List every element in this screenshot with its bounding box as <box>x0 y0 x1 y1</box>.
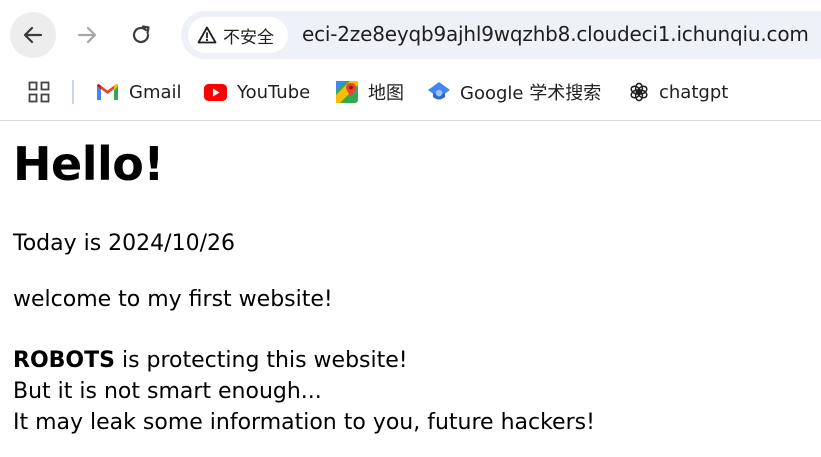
bookmarks-separator <box>72 80 74 104</box>
smart-text: But it is not smart enough... <box>13 379 322 404</box>
bookmark-label: YouTube <box>237 81 311 103</box>
bookmark-label: Gmail <box>129 81 182 103</box>
robots-text: ROBOTS is protecting this website! <box>13 348 408 373</box>
forward-button[interactable] <box>64 12 110 58</box>
reload-button[interactable] <box>118 12 164 58</box>
gmail-icon <box>97 84 118 100</box>
security-chip[interactable]: 不安全 <box>188 17 288 53</box>
robots-keyword: ROBOTS <box>13 348 115 373</box>
welcome-text: welcome to my first website! <box>13 287 333 312</box>
bookmark-scholar[interactable]: Google 学术搜索 <box>428 79 601 105</box>
navigation-bar: 不安全 eci-2ze8eyqb9ajhl9wqzhb8.cloudeci1.i… <box>0 0 821 70</box>
back-button[interactable] <box>10 12 56 58</box>
bookmark-label: Google 学术搜索 <box>460 83 602 104</box>
bookmark-label: chatgpt <box>659 81 729 103</box>
url-text[interactable]: eci-2ze8eyqb9ajhl9wqzhb8.cloudeci1.ichun… <box>302 22 809 46</box>
date-text: Today is 2024/10/26 <box>13 231 235 256</box>
bookmark-youtube[interactable]: YouTube <box>204 79 310 105</box>
maps-icon <box>336 81 358 103</box>
chatgpt-icon <box>630 82 648 102</box>
bookmark-gmail[interactable]: Gmail <box>96 79 182 105</box>
security-label: 不安全 <box>223 27 274 48</box>
robots-rest: is protecting this website! <box>114 348 408 373</box>
bookmark-maps[interactable]: 地图 <box>336 79 404 105</box>
forward-arrow-icon <box>77 26 97 44</box>
browser-chrome: 不安全 eci-2ze8eyqb9ajhl9wqzhb8.cloudeci1.i… <box>0 0 821 121</box>
bookmark-label: 地图 <box>368 83 404 104</box>
address-bar[interactable]: 不安全 eci-2ze8eyqb9ajhl9wqzhb8.cloudeci1.i… <box>181 11 821 59</box>
back-arrow-icon <box>23 26 43 44</box>
bookmark-chatgpt[interactable]: chatgpt <box>629 79 728 105</box>
reload-icon <box>132 25 150 44</box>
scholar-icon <box>428 82 450 100</box>
warning-icon <box>197 26 217 44</box>
page-content: Hello! Today is 2024/10/26 welcome to my… <box>0 121 821 457</box>
bookmarks-bar: Gmail YouTube 地图 Google 学术搜索 chatgpt <box>0 70 821 120</box>
page-heading: Hello! <box>13 137 164 191</box>
youtube-icon <box>204 83 227 101</box>
apps-grid-icon[interactable] <box>28 81 50 103</box>
leak-text: It may leak some information to you, fut… <box>13 410 595 435</box>
